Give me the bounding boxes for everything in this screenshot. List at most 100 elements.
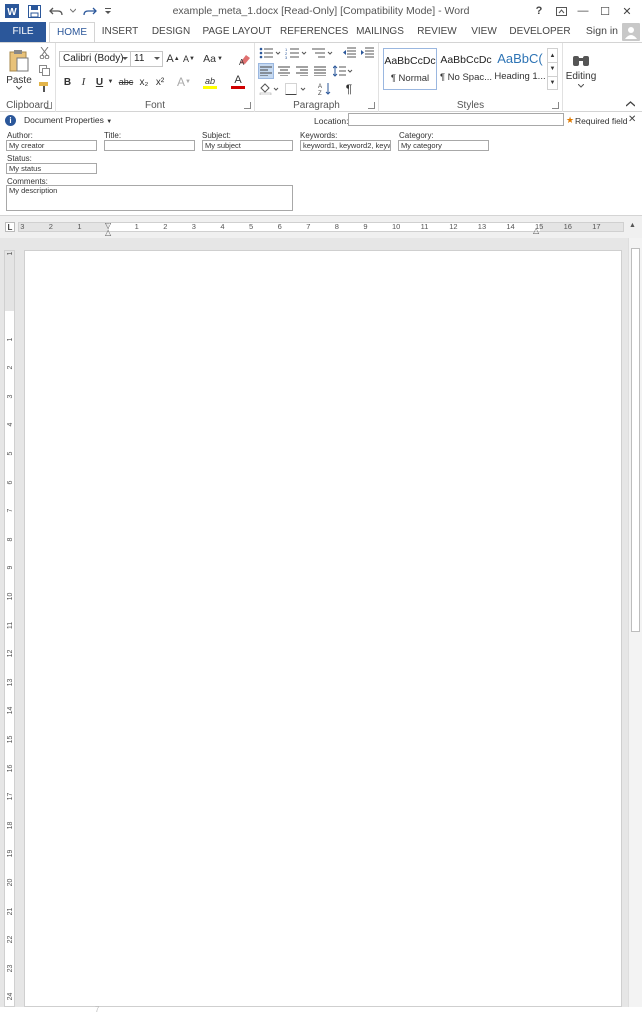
superscript-button[interactable]: x² bbox=[153, 74, 167, 90]
tab-developer[interactable]: DEVELOPER bbox=[509, 22, 571, 42]
multilevel-list-button[interactable] bbox=[310, 45, 334, 61]
ruler-number: 2 bbox=[163, 222, 168, 231]
font-color-button[interactable]: A bbox=[226, 74, 250, 90]
font-launcher-icon[interactable] bbox=[244, 102, 251, 109]
tab-references[interactable]: REFERENCES bbox=[280, 22, 348, 42]
sign-in-link[interactable]: Sign in bbox=[586, 25, 618, 37]
editing-button[interactable]: Editing bbox=[563, 46, 599, 94]
user-avatar-icon[interactable] bbox=[622, 23, 640, 41]
document-page[interactable]: 7 bbox=[24, 250, 622, 1014]
keywords-field[interactable]: keyword1, keyword2, keywor bbox=[300, 140, 391, 151]
decrease-indent-button[interactable] bbox=[341, 45, 357, 61]
scrollbar-thumb[interactable] bbox=[631, 248, 640, 632]
ruler-number: 14 bbox=[506, 222, 515, 231]
ribbon-display-options-button[interactable] bbox=[550, 2, 572, 20]
tab-view[interactable]: VIEW bbox=[466, 22, 502, 42]
ruler-number: 1 bbox=[77, 222, 82, 231]
ruler-scroll-up-icon[interactable]: ▲ bbox=[629, 222, 636, 229]
styles-launcher-icon[interactable] bbox=[552, 102, 559, 109]
help-button[interactable]: ? bbox=[528, 2, 550, 20]
shrink-font-button[interactable]: A ▼ bbox=[182, 51, 196, 67]
styles-scroll-up-icon[interactable]: ▲ bbox=[548, 49, 557, 62]
close-panel-icon[interactable]: ✕ bbox=[628, 114, 636, 125]
tab-mailings[interactable]: MAILINGS bbox=[352, 22, 408, 42]
tab-page-layout[interactable]: PAGE LAYOUT bbox=[201, 22, 273, 42]
ruler-number: 1 bbox=[134, 222, 139, 231]
style-heading-1[interactable]: AaBbC( Heading 1... bbox=[493, 48, 547, 90]
font-group-label: Font bbox=[144, 100, 165, 111]
copy-button[interactable] bbox=[37, 63, 51, 77]
text-effects-icon: A bbox=[177, 75, 186, 89]
font-name-value: Calibri (Body) bbox=[63, 53, 124, 64]
align-right-button[interactable] bbox=[294, 63, 310, 79]
style-no-spacing[interactable]: AaBbCcDc ¶ No Spac... bbox=[439, 48, 493, 90]
borders-button[interactable] bbox=[284, 81, 308, 97]
document-properties-dropdown[interactable]: Document Properties ▼ bbox=[24, 115, 112, 125]
bold-button[interactable]: B bbox=[61, 74, 74, 90]
font-name-combo[interactable]: Calibri (Body) bbox=[59, 51, 131, 67]
vertical-ruler[interactable]: 1 1 2 3 4 5 6 7 8 9 10 11 12 13 14 15 16 17 18 19 20 21 22 23 24 bbox=[4, 250, 15, 1007]
style-heading-1-name: Heading 1... bbox=[494, 71, 546, 82]
numbering-button[interactable]: 123 bbox=[284, 45, 308, 61]
strikethrough-button[interactable]: abc bbox=[117, 74, 135, 90]
location-field[interactable] bbox=[348, 113, 564, 126]
author-field[interactable]: My creator bbox=[6, 140, 97, 151]
right-indent-marker[interactable]: △ bbox=[533, 226, 539, 235]
highlight-color-button[interactable]: ab bbox=[198, 74, 222, 90]
underline-dropdown-icon[interactable]: ▼ bbox=[107, 74, 114, 90]
hanging-indent-marker[interactable]: △ bbox=[105, 228, 111, 237]
comments-field[interactable]: My description bbox=[6, 185, 293, 211]
decrease-indent-icon bbox=[343, 47, 356, 58]
change-case-button[interactable]: Aa ▼ bbox=[202, 51, 224, 67]
align-center-icon bbox=[278, 66, 290, 76]
vertical-scrollbar[interactable] bbox=[628, 238, 642, 1007]
cut-button[interactable] bbox=[37, 46, 51, 60]
increase-indent-button[interactable] bbox=[359, 45, 375, 61]
tab-selector[interactable]: L bbox=[5, 222, 15, 232]
clipboard-launcher-icon[interactable] bbox=[45, 102, 52, 109]
collapse-ribbon-icon[interactable] bbox=[624, 99, 636, 109]
justify-button[interactable] bbox=[312, 63, 328, 79]
styles-more-icon[interactable]: ▼ bbox=[548, 76, 557, 89]
maximize-button[interactable]: ☐ bbox=[594, 2, 616, 20]
text-effects-button[interactable]: A ▼ bbox=[174, 74, 194, 90]
font-group: Calibri (Body) 11 A ▲ A ▼ Aa ▼ A B I U ▼ ab… bbox=[56, 43, 255, 112]
location-label: Location: bbox=[314, 116, 349, 126]
paste-button[interactable]: Paste bbox=[4, 46, 34, 92]
grow-font-button[interactable]: A ▲ bbox=[166, 51, 180, 67]
underline-button[interactable]: U bbox=[93, 74, 106, 90]
line-spacing-button[interactable] bbox=[332, 63, 354, 79]
subscript-button[interactable]: x₂ bbox=[137, 74, 151, 90]
left-margin-shading bbox=[19, 223, 109, 231]
subject-field[interactable]: My subject bbox=[202, 140, 293, 151]
close-button[interactable]: ✕ bbox=[616, 2, 638, 20]
paragraph-launcher-icon[interactable] bbox=[368, 102, 375, 109]
ruler-number: 4 bbox=[220, 222, 225, 231]
styles-scroll-down-icon[interactable]: ▼ bbox=[548, 62, 557, 75]
category-field[interactable]: My category bbox=[398, 140, 489, 151]
vertical-ruler-number: 2 bbox=[7, 365, 14, 370]
align-left-button[interactable] bbox=[258, 63, 274, 79]
bullets-button[interactable] bbox=[258, 45, 282, 61]
copy-icon bbox=[38, 64, 50, 76]
style-normal[interactable]: AaBbCcDc ¶ Normal bbox=[383, 48, 437, 90]
tab-review[interactable]: REVIEW bbox=[415, 22, 459, 42]
title-field[interactable] bbox=[104, 140, 195, 151]
font-size-combo[interactable]: 11 bbox=[130, 51, 163, 67]
format-painter-button[interactable] bbox=[37, 80, 51, 94]
ruler-number: 5 bbox=[249, 222, 254, 231]
clear-formatting-button[interactable]: A bbox=[236, 51, 252, 67]
tab-insert[interactable]: INSERT bbox=[98, 22, 142, 42]
shading-button[interactable] bbox=[258, 81, 280, 97]
show-formatting-marks-button[interactable]: ¶ bbox=[341, 81, 357, 97]
ruler-number: 11 bbox=[420, 222, 429, 231]
tab-home[interactable]: HOME bbox=[49, 22, 95, 43]
italic-button[interactable]: I bbox=[77, 74, 90, 90]
align-center-button[interactable] bbox=[276, 63, 292, 79]
minimize-button[interactable]: — bbox=[572, 2, 594, 20]
sort-button[interactable]: AZ bbox=[317, 81, 333, 97]
status-field[interactable]: My status bbox=[6, 163, 97, 174]
tab-file[interactable]: FILE bbox=[0, 22, 46, 42]
vertical-ruler-number: 16 bbox=[7, 764, 14, 772]
tab-design[interactable]: DESIGN bbox=[148, 22, 194, 42]
